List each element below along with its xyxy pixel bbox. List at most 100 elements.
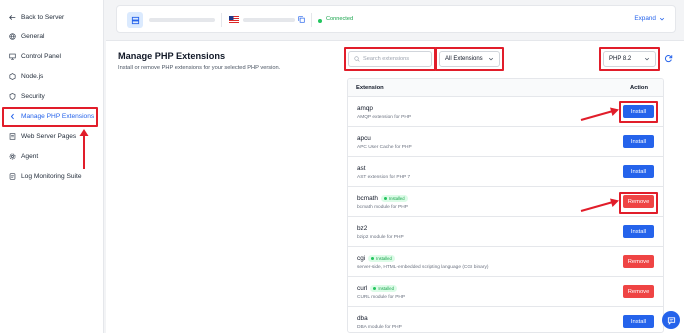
extension-name: ast	[357, 165, 366, 172]
extension-name: bcmath Installed	[357, 195, 408, 202]
sidebar-item-label: Web Server Pages	[21, 132, 77, 140]
php-extension-icon	[7, 113, 17, 120]
gear-icon	[7, 152, 17, 160]
sidebar-item-label: Agent	[21, 152, 39, 160]
divider	[221, 13, 222, 27]
sidebar-item-label: Log Monitoring Suite	[21, 172, 82, 180]
extension-name: cgi Installed	[357, 255, 395, 262]
sidebar-item-security[interactable]: Security	[0, 87, 104, 105]
search-box	[348, 51, 432, 67]
install-button[interactable]: Install	[623, 225, 654, 238]
search-icon	[354, 56, 360, 62]
table-row: ast AST extension for PHP 7 Install	[348, 157, 663, 187]
filter-selected-value: All Extensions	[445, 56, 483, 62]
extension-filter-select[interactable]: All Extensions	[439, 51, 500, 67]
extension-description: APC User Cache for PHP	[357, 145, 412, 150]
extension-description: server-side, HTML-embedded scripting lan…	[357, 265, 489, 270]
shield-icon	[7, 92, 17, 100]
extensions-table: Extension Action amqp AMQP extension for…	[347, 78, 664, 333]
sidebar-item-control-panel[interactable]: Control Panel	[0, 47, 104, 65]
extension-name: bz2	[357, 225, 367, 232]
sidebar-item-nodejs[interactable]: Node.js	[0, 67, 104, 85]
chevron-down-icon	[659, 17, 665, 20]
globe-icon	[7, 32, 17, 40]
column-header-action: Action	[629, 85, 648, 91]
extension-name: amqp	[357, 105, 373, 112]
table-row: curl Installed CURL module for PHP Remov…	[348, 277, 663, 307]
sidebar-item-label: Control Panel	[21, 52, 61, 60]
installed-badge: Installed	[368, 255, 395, 262]
refresh-icon[interactable]	[664, 54, 673, 63]
extension-name-text: amqp	[357, 105, 373, 112]
table-row: bz2 bzip2 module for PHP Install	[348, 217, 663, 247]
back-to-server-link[interactable]: Back to Server	[0, 8, 104, 26]
page-title: Manage PHP Extensions	[118, 51, 226, 61]
extension-name-text: curl	[357, 285, 368, 292]
extension-name-text: dba	[357, 315, 368, 322]
installed-badge: Installed	[370, 285, 397, 292]
chevron-down-icon	[644, 57, 650, 61]
extension-description: bzip2 module for PHP	[357, 235, 404, 240]
remove-button[interactable]: Remove	[623, 195, 654, 208]
chat-support-button[interactable]	[662, 311, 680, 329]
table-header: Extension Action	[348, 79, 663, 97]
remove-button[interactable]: Remove	[623, 255, 654, 268]
sidebar-item-web-server-pages[interactable]: Web Server Pages	[0, 127, 104, 145]
extension-name: curl Installed	[357, 285, 397, 292]
redacted-ip-address	[243, 18, 295, 22]
expand-label: Expand	[634, 15, 656, 22]
back-label: Back to Server	[21, 13, 65, 21]
sidebar: Back to Server General Control Panel Nod…	[0, 0, 104, 333]
sidebar-item-label: General	[21, 32, 45, 40]
php-version-value: PHP 8.2	[609, 56, 632, 62]
extension-name: dba	[357, 315, 368, 322]
sidebar-item-label: Manage PHP Extensions	[21, 112, 95, 120]
status-dot	[318, 19, 322, 23]
table-row: apcu APC User Cache for PHP Install	[348, 127, 663, 157]
page-subtitle: Install or remove PHP extensions for you…	[118, 65, 281, 71]
log-icon	[7, 172, 17, 180]
connection-status: Connected	[326, 16, 354, 22]
sidebar-item-log-monitoring-suite[interactable]: Log Monitoring Suite	[0, 167, 104, 185]
extension-name-text: apcu	[357, 135, 371, 142]
extension-description: bcmath module for PHP	[357, 205, 408, 210]
sidebar-item-manage-php-extensions[interactable]: Manage PHP Extensions	[0, 107, 104, 125]
table-row: dba DBA module for PHP Install	[348, 307, 663, 332]
server-icon	[127, 12, 143, 28]
extension-description: CURL module for PHP	[357, 295, 406, 300]
installed-badge: Installed	[380, 195, 408, 202]
chat-icon	[667, 316, 675, 325]
sidebar-item-label: Node.js	[21, 72, 44, 80]
us-flag-icon	[229, 16, 239, 23]
chevron-down-icon	[488, 57, 494, 61]
server-header-card: Connected Expand	[116, 5, 676, 33]
sidebar-item-agent[interactable]: Agent	[0, 147, 104, 165]
column-header-extension: Extension	[356, 85, 384, 91]
extension-name-text: ast	[357, 165, 366, 172]
monitor-icon	[7, 53, 17, 60]
sidebar-item-label: Security	[21, 92, 45, 100]
search-input[interactable]	[363, 56, 431, 62]
install-button[interactable]: Install	[623, 315, 654, 328]
extension-name: apcu	[357, 135, 371, 142]
extension-description: AMQP extension for PHP	[357, 115, 412, 120]
php-version-select[interactable]: PHP 8.2	[603, 51, 656, 67]
install-button[interactable]: Install	[623, 135, 654, 148]
redacted-server-name	[149, 18, 215, 22]
install-button[interactable]: Install	[623, 105, 654, 118]
extension-name-text: cgi	[357, 255, 366, 262]
extension-description: DBA module for PHP	[357, 325, 402, 330]
divider	[311, 13, 312, 27]
table-row: cgi Installed server-side, HTML-embedded…	[348, 247, 663, 277]
copy-icon[interactable]	[298, 16, 305, 23]
extension-description: AST extension for PHP 7	[357, 175, 411, 180]
extension-name-text: bcmath	[357, 195, 378, 202]
extension-name-text: bz2	[357, 225, 368, 232]
remove-button[interactable]: Remove	[623, 285, 654, 298]
table-row: bcmath Installed bcmath module for PHP R…	[348, 187, 663, 217]
install-button[interactable]: Install	[623, 165, 654, 178]
nodejs-icon	[7, 72, 17, 80]
expand-button[interactable]: Expand	[634, 15, 665, 22]
sidebar-item-general[interactable]: General	[0, 27, 104, 45]
table-row: amqp AMQP extension for PHP Install	[348, 97, 663, 127]
